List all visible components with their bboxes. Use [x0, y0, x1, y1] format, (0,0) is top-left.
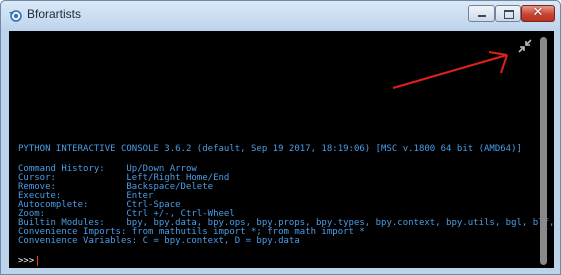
console-prompt[interactable]: >>>	[18, 256, 34, 266]
window-title: Bforartists	[27, 7, 82, 21]
close-icon: ✕	[532, 5, 544, 20]
minimize-icon	[478, 15, 486, 17]
close-button[interactable]: ✕	[521, 5, 555, 22]
minimize-button[interactable]	[468, 5, 495, 22]
collapse-arrows-icon[interactable]	[517, 38, 533, 54]
maximize-button[interactable]	[495, 5, 521, 22]
text-cursor	[37, 256, 38, 266]
maximize-icon	[504, 10, 514, 19]
red-annotation-arrow	[392, 51, 508, 89]
bforartists-app-icon	[9, 10, 22, 22]
console-line: Convenience Variables: C = bpy.context, …	[18, 236, 300, 246]
vertical-scrollbar[interactable]	[540, 37, 547, 265]
python-console[interactable]: PYTHON INTERACTIVE CONSOLE 3.6.2 (defaul…	[9, 31, 554, 268]
console-header: PYTHON INTERACTIVE CONSOLE 3.6.2 (defaul…	[18, 144, 522, 154]
title-bar[interactable]: Bforartists ✕	[1, 1, 560, 29]
app-window: Bforartists ✕ PYTHON INTERACTIVE CONSOLE…	[0, 0, 561, 275]
